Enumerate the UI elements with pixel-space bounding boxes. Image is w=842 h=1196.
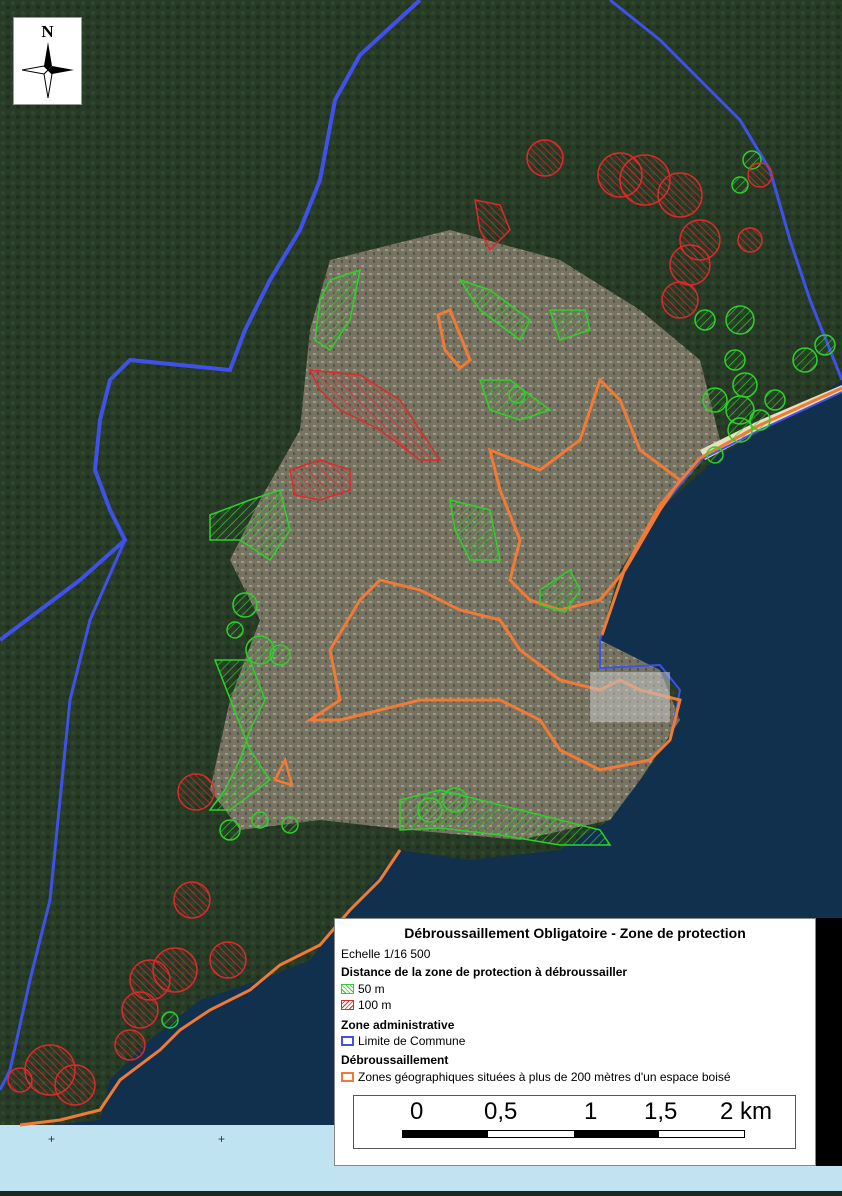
north-label: N bbox=[41, 22, 54, 41]
legend-section-debroussaillement: Débroussaillement bbox=[341, 1053, 449, 1067]
legend-item-commune: Limite de Commune bbox=[341, 1034, 465, 1048]
svg-text:+: + bbox=[218, 1132, 225, 1146]
legend-title: Débroussaillement Obligatoire - Zone de … bbox=[404, 925, 746, 941]
scale-label-1-5: 1,5 bbox=[644, 1098, 678, 1125]
scale-bar bbox=[402, 1130, 745, 1138]
red-hatch-swatch-icon bbox=[341, 1000, 354, 1010]
legend-section-admin: Zone administrative bbox=[341, 1018, 455, 1032]
compass-rose-icon bbox=[22, 42, 74, 98]
scale-bar-box: 0 0,5 1 1,5 2 km bbox=[353, 1095, 796, 1149]
svg-text:+: + bbox=[48, 1132, 55, 1146]
blue-outline-swatch-icon bbox=[341, 1036, 354, 1046]
legend-item-50m: 50 m bbox=[341, 982, 385, 996]
legend-section-distance: Distance de la zone de protection à débr… bbox=[341, 965, 628, 979]
scale-label-0: 0 bbox=[410, 1098, 424, 1125]
orange-outline-swatch-icon bbox=[341, 1072, 354, 1082]
legend-item-100m: 100 m bbox=[341, 998, 391, 1012]
scale-text: Echelle 1/16 500 bbox=[341, 947, 431, 961]
legend-item-zones: Zones géographiques situées à plus de 20… bbox=[341, 1070, 731, 1084]
scale-label-0-5: 0,5 bbox=[484, 1098, 518, 1125]
green-hatch-swatch-icon bbox=[341, 984, 354, 994]
north-arrow-box: N bbox=[13, 17, 82, 105]
scale-label-2km: 2 km bbox=[720, 1098, 773, 1125]
scale-label-1: 1 bbox=[584, 1098, 598, 1125]
harbour bbox=[590, 672, 670, 722]
legend-panel: Débroussaillement Obligatoire - Zone de … bbox=[334, 918, 816, 1166]
